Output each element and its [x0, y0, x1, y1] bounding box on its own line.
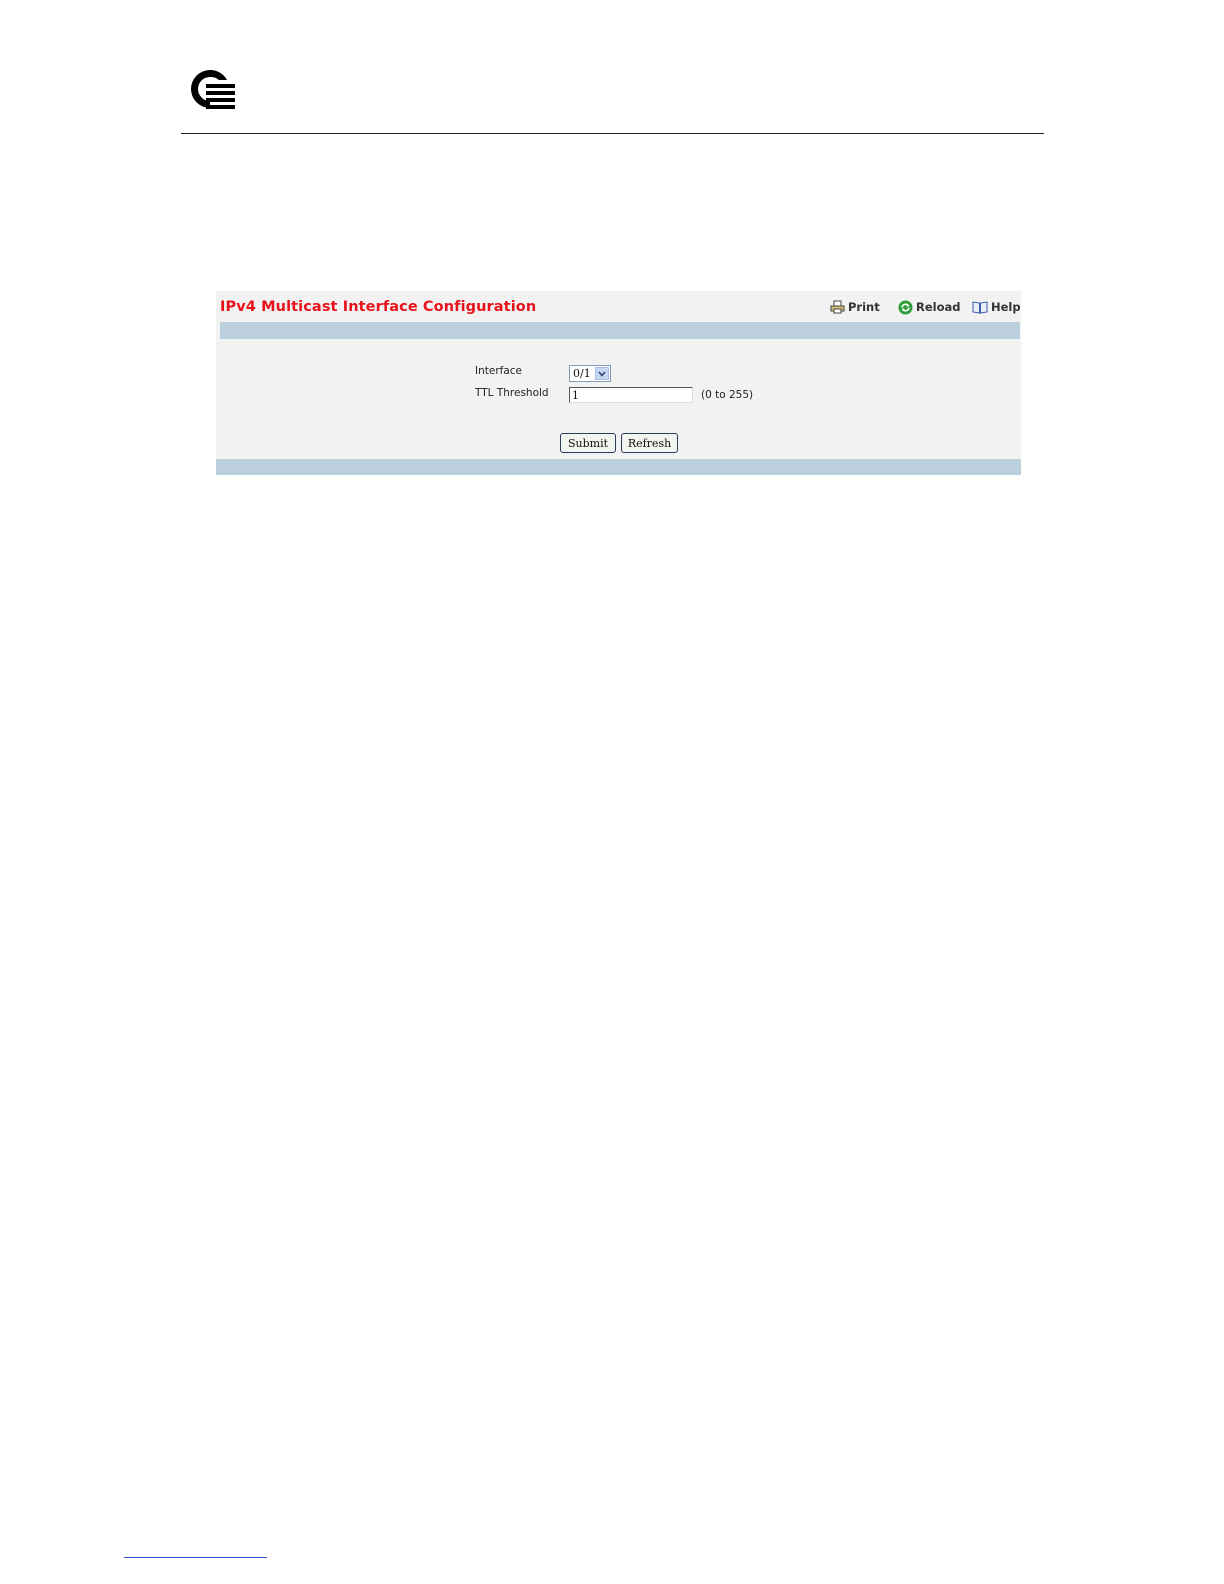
header-divider [181, 133, 1044, 134]
reload-label: Reload [916, 300, 961, 314]
panel-title-bar: IPv4 Multicast Interface Configuration P… [216, 291, 1021, 322]
printer-icon [830, 300, 845, 314]
help-label: Help [991, 300, 1021, 314]
header-band [220, 322, 1020, 339]
ttl-threshold-input[interactable] [569, 387, 693, 403]
ttl-threshold-label: TTL Threshold [475, 387, 549, 399]
brand-logo-icon [184, 64, 238, 112]
print-button[interactable]: Print [830, 299, 880, 315]
submit-button[interactable]: Submit [560, 433, 616, 453]
interface-label: Interface [475, 365, 523, 377]
reload-button[interactable]: Reload [898, 299, 961, 315]
page-title: IPv4 Multicast Interface Configuration [220, 299, 537, 315]
footer-band [216, 459, 1021, 475]
config-panel: IPv4 Multicast Interface Configuration P… [216, 291, 1021, 475]
refresh-button[interactable]: Refresh [621, 433, 678, 453]
ttl-range-hint: (0 to 255) [701, 389, 754, 401]
print-label: Print [848, 300, 880, 314]
help-button[interactable]: Help [972, 299, 1021, 315]
footer-link-underline [124, 1557, 267, 1558]
chevron-down-icon[interactable] [595, 367, 609, 380]
reload-icon [898, 300, 913, 314]
interface-select[interactable]: 0/1 [569, 365, 611, 382]
interface-selected-value: 0/1 [573, 367, 591, 380]
book-icon [972, 301, 988, 314]
